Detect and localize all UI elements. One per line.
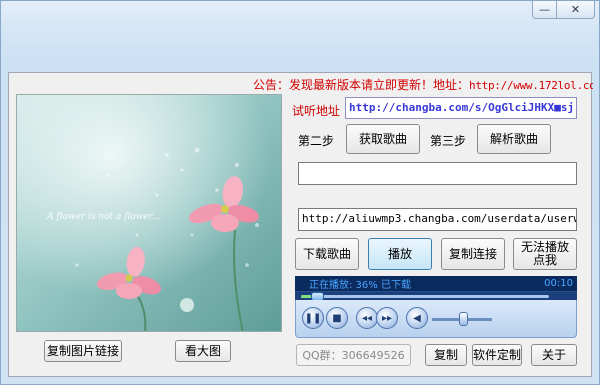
copy-image-link-button[interactable]: 复制图片链接 xyxy=(44,340,122,362)
minimize-icon: — xyxy=(539,3,550,16)
pause-icon: ❚❚ xyxy=(304,312,322,324)
notice-url[interactable]: http://www.172lol.com xyxy=(469,79,593,92)
player-controls: ❚❚ ■ ◂◂ ▸▸ ◀ xyxy=(295,300,577,338)
volume-thumb[interactable] xyxy=(459,312,468,326)
window-controls: — ✕ xyxy=(532,1,595,19)
previous-button[interactable]: ◂◂ xyxy=(356,307,378,329)
play-button[interactable]: 播放 xyxy=(368,238,432,270)
next-icon: ▸▸ xyxy=(381,312,393,324)
stop-icon: ■ xyxy=(332,312,342,324)
minimize-button[interactable]: — xyxy=(532,1,557,19)
title-bar: — ✕ xyxy=(1,1,600,29)
seek-bar[interactable] xyxy=(295,291,577,301)
song-artwork: A flower is not a flower... xyxy=(16,94,282,332)
volume-button[interactable]: ◀ xyxy=(406,307,428,329)
listen-url-input[interactable]: http://changba.com/s/OgGlciJHKX■sj xyxy=(345,97,577,119)
close-icon: ✕ xyxy=(570,3,581,16)
step3-label: 第三步 xyxy=(430,134,467,148)
listen-url-label: 试听地址 xyxy=(292,104,341,118)
copy-button[interactable]: 复制 xyxy=(425,344,467,366)
parsed-result-field[interactable] xyxy=(298,162,577,185)
seek-track xyxy=(301,292,549,301)
download-url-field[interactable]: http://aliuwmp3.changba.com/userdata/use… xyxy=(298,208,577,231)
media-player: 正在播放: 36% 已下载 00:10 ❚❚ ■ ◂◂ ▸▸ ◀ xyxy=(295,276,577,338)
pause-button[interactable]: ❚❚ xyxy=(302,307,324,329)
custom-software-button[interactable]: 软件定制 xyxy=(472,344,522,366)
close-button[interactable]: ✕ xyxy=(557,1,595,19)
player-status-bar: 正在播放: 36% 已下载 00:10 xyxy=(295,276,577,291)
stop-button[interactable]: ■ xyxy=(326,307,348,329)
player-time: 00:10 xyxy=(544,278,573,289)
previous-icon: ◂◂ xyxy=(361,312,373,324)
download-song-button[interactable]: 下载歌曲 xyxy=(295,238,359,270)
volume-icon: ◀ xyxy=(413,312,421,324)
parse-song-button[interactable]: 解析歌曲 xyxy=(477,124,551,154)
about-button[interactable]: 关于 xyxy=(531,344,577,366)
next-button[interactable]: ▸▸ xyxy=(376,307,398,329)
player-status: 正在播放: 36% 已下载 xyxy=(309,280,411,291)
notice-text: 公告：发现最新版本请立即更新！地址： xyxy=(253,78,470,92)
get-song-button[interactable]: 获取歌曲 xyxy=(346,124,420,154)
step2-label: 第二步 xyxy=(298,134,335,148)
artwork-caption: A flower is not a flower... xyxy=(46,212,161,222)
cannot-play-button[interactable]: 无法播放点我 xyxy=(513,238,577,270)
copy-link-button[interactable]: 复制连接 xyxy=(441,238,505,270)
qq-group-button[interactable]: QQ群：306649526 xyxy=(296,344,411,366)
update-notice: 公告：发现最新版本请立即更新！地址：http://www.172lol.com xyxy=(253,76,593,92)
view-large-image-button[interactable]: 看大图 xyxy=(175,340,231,362)
